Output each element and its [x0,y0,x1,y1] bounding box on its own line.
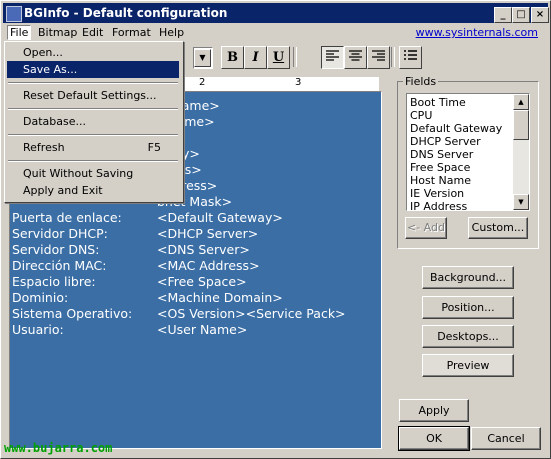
align-left-icon [326,50,339,61]
add-field-button[interactable]: <- Add [405,217,447,239]
editor-line: Puerta de enlace: <Default Gateway> [12,210,283,225]
menu-item-open[interactable]: Open... [7,44,179,61]
file-menu-dropdown: Open... Save As... Reset Default Setting… [4,41,184,203]
toolbar-separator [391,47,395,67]
align-center-button[interactable] [344,46,367,69]
align-right-button[interactable] [367,46,390,69]
list-item[interactable]: Default Gateway [410,122,502,135]
list-item[interactable]: IE Version [410,187,464,200]
editor-line: Usuario: <User Name> [12,322,248,337]
cancel-button[interactable]: Cancel [471,427,541,450]
menu-help[interactable]: Help [157,26,186,39]
menu-item-apply-and-exit[interactable]: Apply and Exit [7,182,179,199]
list-item[interactable]: Free Space [410,161,470,174]
position-button[interactable]: Position... [422,296,514,319]
app-icon [6,6,22,22]
list-item[interactable]: DNS Server [410,148,473,161]
ruler: 2 3 [183,77,379,92]
menu-file[interactable]: File [7,25,32,40]
title-bar[interactable]: BGInfo - Default configuration _ □ × [3,3,549,23]
menu-separator [8,82,178,84]
editor-line: Servidor DNS: <DNS Server> [12,242,250,257]
ok-button[interactable]: OK [398,426,470,451]
fields-scrollbar[interactable]: ▲ ▼ [513,94,529,210]
list-item[interactable]: Host Name [410,174,471,187]
maximize-button[interactable]: □ [512,7,530,23]
underline-button[interactable]: U [267,46,290,69]
menu-item-quit-without-saving[interactable]: Quit Without Saving [7,165,179,182]
editor-line: Dirección MAC: <MAC Address> [12,258,260,273]
editor-line: Espacio libre: <Free Space> [12,274,247,289]
menu-item-save-as[interactable]: Save As... [7,61,179,78]
ruler-mark: 2 [199,77,206,88]
menu-bitmap[interactable]: Bitmap [36,26,79,39]
align-left-button[interactable] [321,46,344,69]
fields-group-label: Fields [403,75,439,88]
close-button[interactable]: × [531,7,549,23]
menu-separator [8,134,178,136]
editor-line: Servidor DHCP: <DHCP Server> [12,226,259,241]
scroll-thumb[interactable] [513,110,529,140]
toolbar-separator [293,47,297,67]
menu-edit[interactable]: Edit [80,26,105,39]
menu-item-database[interactable]: Database... [7,113,179,130]
bold-button[interactable]: B [221,46,244,69]
chevron-down-icon[interactable]: ▼ [194,49,211,67]
bullet-list-icon [404,50,417,60]
align-center-icon [349,50,362,61]
fields-list[interactable]: Boot Time CPU Default Gateway DHCP Serve… [406,93,530,211]
scroll-down-icon[interactable]: ▼ [513,194,529,210]
preview-button[interactable]: Preview [422,354,514,377]
editor-line: Sistema Operativo: <OS Version><Service P… [12,306,346,321]
menu-separator [8,108,178,110]
editor-line: Dominio: <Machine Domain> [12,290,283,305]
custom-field-button[interactable]: Custom... [468,217,528,239]
desktops-button[interactable]: Desktops... [422,325,514,348]
align-right-icon [372,50,385,61]
menu-bar: File Bitmap Edit Format Help www.sysinte… [3,24,548,42]
italic-button[interactable]: I [244,46,267,69]
menu-item-refresh[interactable]: Refresh F5 [7,139,179,156]
menu-format[interactable]: Format [110,26,153,39]
background-button[interactable]: Background... [422,266,514,289]
list-item[interactable]: CPU [410,109,432,122]
list-item[interactable]: IP Address [410,200,467,210]
watermark: www.bujarra.com [4,441,113,455]
font-size-combo[interactable]: ▼ [193,47,213,69]
ruler-mark: 3 [295,77,302,88]
scroll-up-icon[interactable]: ▲ [513,94,529,110]
bullets-button[interactable] [399,46,422,69]
window-title: BGInfo - Default configuration [24,6,228,20]
minimize-button[interactable]: _ [494,7,512,23]
apply-button[interactable]: Apply [399,399,469,422]
menu-separator [8,160,178,162]
list-item[interactable]: Boot Time [410,96,466,109]
menu-item-reset-defaults[interactable]: Reset Default Settings... [7,87,179,104]
list-item[interactable]: DHCP Server [410,135,481,148]
sysinternals-link[interactable]: www.sysinternals.com [416,26,538,39]
